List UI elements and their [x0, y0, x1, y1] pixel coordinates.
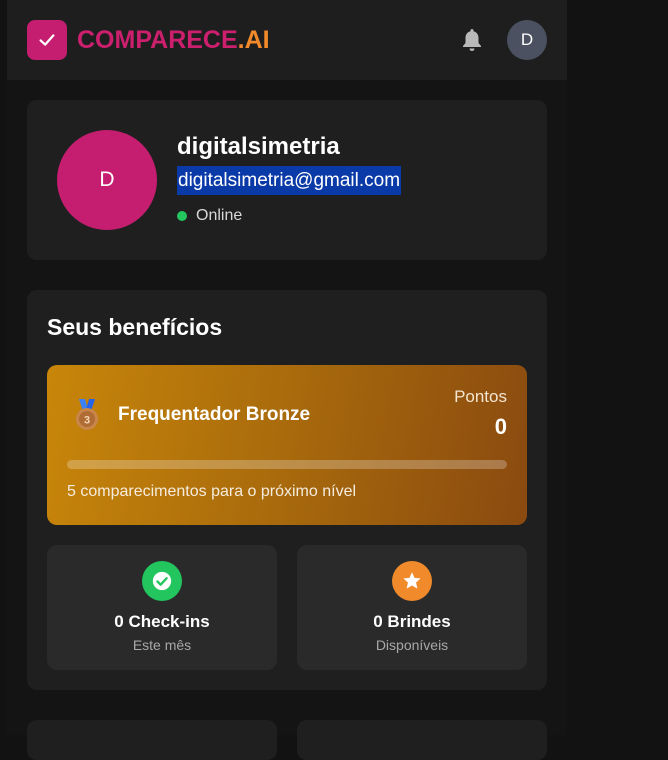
profile-avatar[interactable]: D	[57, 130, 157, 230]
gifts-value: 0 Brindes	[373, 612, 451, 631]
logo-tld-text: .AI	[237, 26, 270, 54]
profile-status: Online	[177, 207, 242, 225]
bronze-medal-icon: 3	[71, 398, 103, 432]
points-value: 0	[494, 414, 507, 439]
check-circle-icon	[142, 561, 182, 601]
gifts-subtitle: Disponíveis	[375, 637, 449, 653]
star-icon	[392, 561, 432, 601]
user-avatar-button[interactable]: D	[507, 20, 547, 60]
benefits-title: Seus benefícios	[47, 314, 223, 340]
notification-bell-icon[interactable]	[459, 27, 485, 53]
profile-username: digitalsimetria	[177, 133, 340, 160]
top-bar: COMPARECE.AI D	[7, 0, 567, 80]
points-label: Pontos	[454, 387, 507, 406]
next-section-card-right	[297, 720, 547, 760]
profile-status-label: Online	[196, 207, 243, 224]
online-status-dot-icon	[177, 211, 187, 221]
next-level-text: 5 comparecimentos para o próximo nível	[67, 483, 357, 500]
checkins-subtitle: Este mês	[132, 637, 192, 653]
logo-brand-text: COMPARECE	[77, 26, 238, 54]
gifts-stat[interactable]: 0 Brindes Disponíveis	[297, 545, 527, 670]
level-progress-bar	[67, 460, 507, 469]
logo-check-icon[interactable]	[27, 20, 67, 60]
logo-wordmark[interactable]: COMPARECE.AI	[77, 26, 270, 55]
benefits-card: Seus benefícios 3 Frequentador Bronze Po…	[27, 290, 547, 690]
checkins-stat[interactable]: 0 Check-ins Este mês	[47, 545, 277, 670]
next-section-card-left	[27, 720, 277, 760]
profile-card: D digitalsimetria digitalsimetria@gmail.…	[27, 100, 547, 260]
tier-name: Frequentador Bronze	[118, 404, 311, 425]
tier-card[interactable]: 3 Frequentador Bronze Pontos 0 5 compare…	[47, 365, 527, 525]
checkins-value: 0 Check-ins	[114, 612, 210, 631]
svg-text:3: 3	[84, 415, 90, 427]
profile-email: digitalsimetria@gmail.com	[177, 166, 402, 195]
